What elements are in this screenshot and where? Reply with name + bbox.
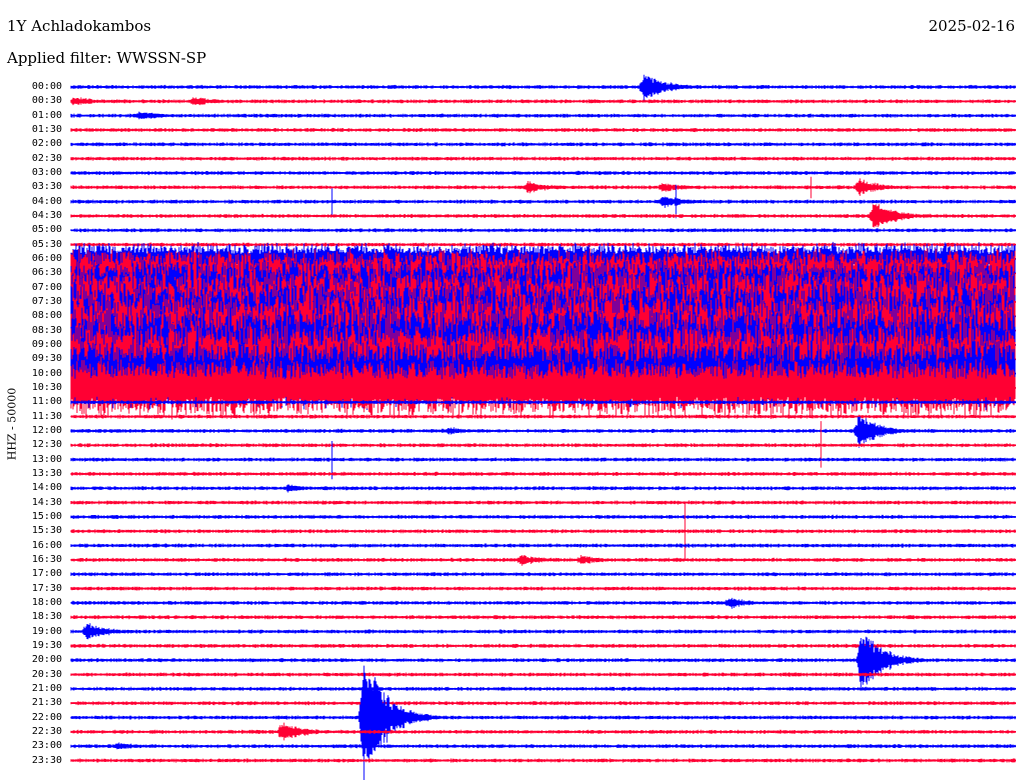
trace-0000 [70, 74, 1016, 103]
seismogram-plot [70, 74, 1016, 780]
trace-1200 [70, 416, 1016, 448]
trace-2000 [70, 636, 1016, 688]
trace-2200 [70, 665, 1016, 780]
